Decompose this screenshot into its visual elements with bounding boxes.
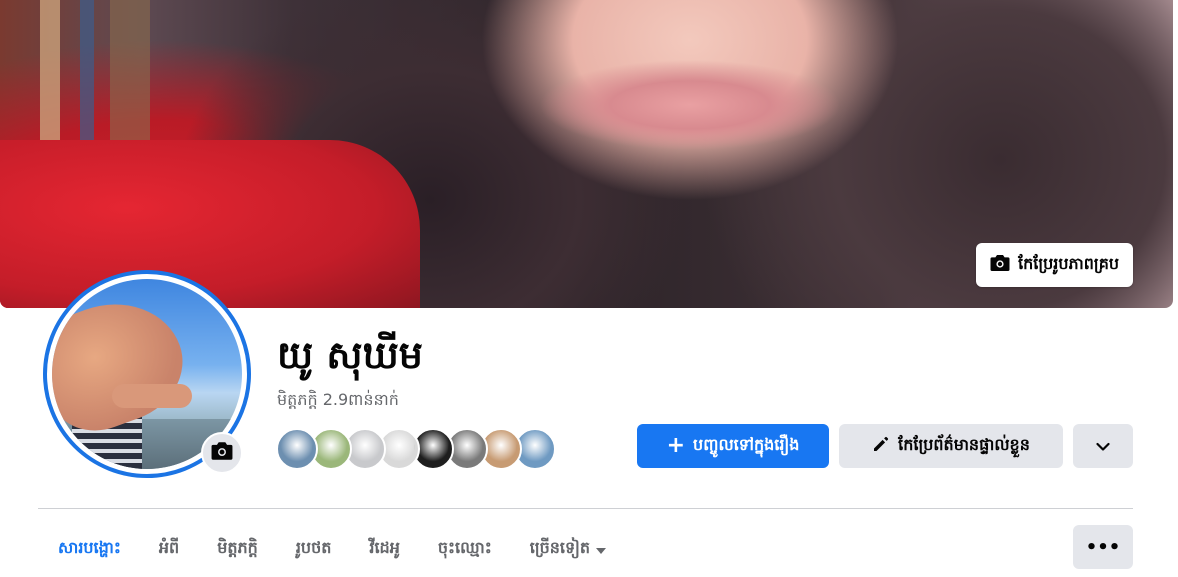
avatar-detail: [112, 384, 192, 408]
tab-posts[interactable]: សារបង្ហោះ: [38, 522, 140, 576]
friends-count[interactable]: មិត្តភក្តិ 2.9ពាន់នាក់: [277, 389, 399, 413]
camera-icon: [990, 254, 1010, 276]
edit-cover-photo-button[interactable]: កែប្រែរូបភាពគ្រប: [976, 243, 1133, 287]
chevron-down-icon: [1096, 437, 1110, 456]
more-options-button[interactable]: •••: [1073, 525, 1133, 569]
tab-label: រូបថត: [295, 537, 332, 557]
tab-photos[interactable]: រូបថត: [277, 522, 351, 576]
cover-detail: [0, 140, 420, 308]
plus-icon: +: [666, 433, 686, 458]
ellipsis-icon: •••: [1085, 536, 1121, 558]
add-to-story-button[interactable]: + បញ្ចូលទៅក្នុងរឿង: [637, 424, 829, 468]
update-profile-picture-button[interactable]: [201, 432, 243, 474]
tab-check-ins[interactable]: ចុះឈ្មោះ: [419, 522, 511, 576]
profile-name: យូ សុឃីម: [277, 333, 423, 377]
camera-icon: [211, 441, 233, 465]
add-to-story-label: បញ្ចូលទៅក្នុងរឿង: [693, 435, 800, 454]
profile-page: កែប្រែរូបភាពគ្រប យូ សុឃីម មិត្តភក្តិ 2.9…: [0, 0, 1178, 577]
edit-profile-label: កែប្រែព័ត៌មានផ្ទាល់ខ្លួន: [898, 435, 1030, 454]
tab-videos[interactable]: វីដេអូ: [350, 522, 418, 576]
friend-avatars-row: [276, 428, 556, 470]
friend-avatar[interactable]: [276, 428, 318, 470]
caret-down-icon: [596, 539, 607, 558]
profile-options-button[interactable]: [1073, 424, 1133, 468]
edit-cover-photo-label: កែប្រែរូបភាពគ្រប: [1018, 254, 1119, 273]
divider: [38, 508, 1133, 509]
edit-profile-button[interactable]: កែប្រែព័ត៌មានផ្ទាល់ខ្លួន: [839, 424, 1063, 468]
tab-label: មិត្តភក្តិ: [217, 537, 258, 557]
tab-about[interactable]: អំពី: [140, 522, 198, 576]
pencil-icon: [872, 435, 890, 457]
cover-photo: កែប្រែរូបភាពគ្រប: [0, 0, 1173, 308]
profile-tabs: សារបង្ហោះ អំពី មិត្តភក្តិ រូបថត វីដេអូ ច…: [38, 520, 625, 577]
tab-label: វីដេអូ: [369, 537, 400, 557]
tab-label: អំពី: [158, 537, 180, 557]
tab-more[interactable]: ច្រើនទៀត: [511, 522, 625, 576]
tab-label: ចុះឈ្មោះ: [437, 537, 492, 557]
tab-label: សារបង្ហោះ: [58, 537, 121, 557]
tab-friends[interactable]: មិត្តភក្តិ: [198, 522, 277, 576]
tab-label: ច្រើនទៀត: [529, 537, 591, 557]
